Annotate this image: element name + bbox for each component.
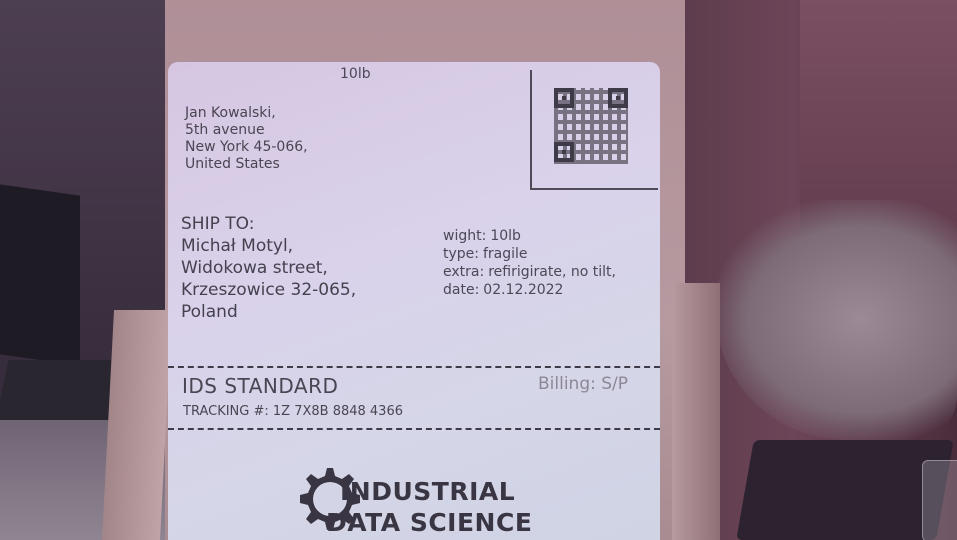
recipient-name: Michał Motyl, [181, 236, 294, 256]
info-value: fragile [483, 246, 528, 262]
box-flap-left [101, 310, 173, 540]
brand-wordmark: INDUSTRIAL DATA SCIENCE [322, 476, 532, 538]
info-key: type: [443, 246, 479, 262]
qr-finder-pattern [554, 88, 574, 108]
glass-cup [922, 460, 957, 540]
sender-name: Jan Kowalski, [185, 105, 276, 121]
brand-line-1: INDUSTRIAL [340, 477, 516, 506]
qr-code-area [530, 70, 658, 190]
info-key: extra: [443, 264, 485, 280]
brand-line-2: DATA SCIENCE [326, 508, 533, 537]
recipient-street: Widokowa street, [181, 258, 328, 278]
info-value: 02.12.2022 [483, 282, 564, 298]
laptop-screen [0, 184, 80, 366]
sender-street: 5th avenue [185, 122, 265, 138]
service-level: IDS STANDARD [182, 374, 339, 398]
info-key: wight: [443, 228, 487, 244]
divider-dashed [168, 428, 660, 430]
qr-finder-pattern [608, 88, 628, 108]
tracking-number: TRACKING #: 1Z 7X8B 8848 4366 [183, 404, 403, 419]
recipient-city: Krzeszowice 32-065, [181, 280, 357, 300]
info-row-type: type: fragile [443, 245, 616, 263]
package-info: wight: 10lb type: fragile extra: refirigira… [443, 227, 616, 299]
recipient-country: Poland [181, 302, 238, 322]
info-value: 10lb [490, 228, 521, 244]
sender-address: Jan Kowalski, 5th avenue New York 45-066, U… [185, 105, 308, 173]
info-key: date: [443, 282, 480, 298]
info-row-date: date: 02.12.2022 [443, 281, 616, 299]
sender-city: New York 45-066, [185, 139, 308, 155]
box-flap-right [672, 283, 720, 540]
ship-to-heading: SHIP TO: [181, 214, 255, 234]
divider-dashed [168, 366, 660, 368]
billing-info: Billing: S/P [538, 374, 629, 394]
info-row-extra: extra: refirigirate, no tilt, [443, 263, 616, 281]
qr-finder-pattern [554, 142, 574, 162]
recipient-address: SHIP TO: Michał Motyl, Widokowa street, … [181, 213, 356, 323]
label-weight-top: 10lb [340, 66, 371, 82]
sender-country: United States [185, 156, 280, 172]
info-row-weight: wight: 10lb [443, 227, 616, 245]
info-value: refirigirate, no tilt, [488, 264, 616, 280]
